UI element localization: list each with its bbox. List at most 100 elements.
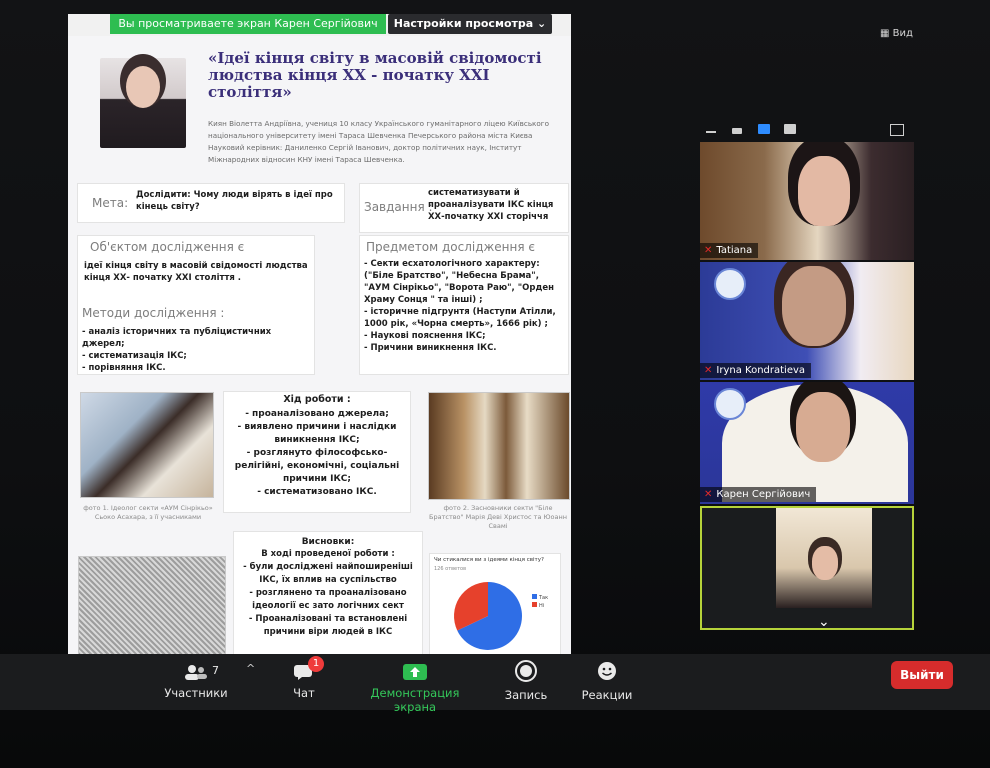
participant-name: ✕ Iryna Kondratieva (700, 363, 812, 378)
reactions-button[interactable]: Реакции (578, 660, 636, 702)
list-item: - порівняння ІКС. (82, 363, 166, 373)
meta-text: Дослідити: Чому люди вірять в ідеї про к… (136, 190, 333, 212)
settings-label: Настройки просмотра (393, 17, 534, 30)
caption-photo-1: фото 1. Ідеолог секти «АУМ Сінрікьо» Сьо… (83, 504, 213, 521)
author-photo (100, 58, 186, 148)
hid-roboty-box: Хід роботи : - проаналізовано джерела; -… (224, 392, 410, 512)
participants-label: Участники (164, 686, 228, 700)
hid-title: Хід роботи : (283, 394, 351, 405)
object-methods-box: Об'єктом дослідження є ідеї кінця світу … (78, 236, 314, 374)
expand-icon[interactable] (890, 124, 904, 136)
hid-list: - проаналізовано джерела; - виявлено при… (224, 406, 410, 499)
list-item: - Причини виникнення ІКС. (364, 343, 497, 353)
list-item: - були досліджені найпоширеніші ІКС, їх … (243, 562, 413, 585)
gallery-grid-icon[interactable] (784, 124, 796, 134)
predmet-list: - Секти есхатологічного характеру: ("Біл… (364, 258, 564, 354)
caption-photo-2: фото 2. Засновники секти "Біле Братство"… (429, 504, 567, 530)
meta-box: Мета: Дослідити: Чому люди вірять в ідеї… (78, 184, 344, 222)
logo-icon (714, 388, 746, 420)
view-label: Вид (892, 28, 913, 39)
gallery-view-controls (700, 122, 914, 142)
poster-title: «Ідеї кінця світу в масовій свідомості л… (208, 49, 542, 101)
sharing-banner: Вы просматриваете экран Карен Сергійович (110, 14, 386, 34)
share-screen-label: Демонстрация экрана (370, 686, 460, 714)
record-label: Запись (504, 688, 548, 702)
view-settings-button[interactable]: Настройки просмотра ⌄ (388, 14, 552, 34)
chevron-up-icon[interactable]: ^ (246, 662, 255, 675)
legend-label: Ні (539, 603, 544, 609)
vysnovky-title: Висновки: (301, 537, 355, 547)
video-tile-iryna[interactable]: ✕ Iryna Kondratieva (700, 262, 914, 380)
camera-feed (776, 508, 872, 608)
engraving-image (78, 556, 226, 654)
smiley-icon (598, 662, 616, 680)
view-button[interactable]: ▦ Вид (880, 28, 913, 39)
chevron-down-icon[interactable]: ⌄ (818, 614, 830, 630)
participant-name: ✕ Карен Сергійович (700, 487, 817, 502)
zoom-window: ▦ Вид «Ідеї кінця світу в масовій свідом… (0, 0, 990, 768)
list-item: В ході проведеної роботи : (261, 549, 395, 559)
metody-label: Методи дослідження : (82, 306, 225, 320)
chevron-down-icon: ⌄ (537, 17, 547, 30)
chat-badge: 1 (308, 656, 324, 672)
share-screen-button[interactable]: Демонстрация экрана (348, 664, 482, 714)
minimize-icon[interactable] (706, 131, 716, 133)
single-view-icon[interactable] (732, 128, 742, 134)
mic-muted-icon: ✕ (704, 365, 713, 376)
poster: «Ідеї кінця світу в масовій свідомості л… (68, 36, 571, 654)
avatar (782, 266, 846, 346)
logo-icon (714, 268, 746, 300)
pie-chart: Так Ні (454, 582, 548, 650)
list-item: - Наукові пояснення ІКС; (364, 331, 486, 341)
avatar (796, 392, 850, 462)
legend-label: Так (538, 595, 548, 601)
vysnovky-box: Висновки: В ході проведеної роботи : - б… (234, 532, 422, 654)
predmet-box: Предметом дослідження є - Секти есхатоло… (360, 236, 568, 374)
zavdannia-text: систематизувати й проаналізувати ІКС кін… (428, 188, 554, 222)
list-item: "АУМ Сінрікьо", "Ворота Раю", "Орден Хра… (364, 283, 554, 305)
record-button[interactable]: Запись (500, 660, 552, 702)
poster-authors: Киян Віолетта Андріївна, учениця 10 клас… (208, 119, 549, 164)
list-item: - виявлено причини і наслідки виникнення… (237, 422, 397, 445)
obiekt-text: ідеї кінця світу в масовій свідомості лю… (84, 261, 308, 283)
zavdannia-label: Завдання : (364, 200, 433, 214)
list-item: - розглянено та проаналізовано ідеології… (249, 588, 407, 611)
shared-screen: «Ідеї кінця світу в масовій свідомості л… (68, 14, 571, 654)
photo-white-brotherhood (428, 392, 570, 500)
list-item: - історичне підгрунтя (Наступи Атілли, 1… (364, 307, 556, 329)
legend-swatch (532, 594, 537, 599)
predmet-label: Предметом дослідження є (366, 240, 535, 254)
mic-muted-icon: ✕ (704, 489, 713, 500)
video-tile-active-speaker[interactable]: ⌄ (700, 506, 914, 630)
vysnovky-list: В ході проведеної роботи : - були дослід… (234, 548, 422, 639)
record-icon (515, 660, 537, 682)
zavdannia-box: Завдання : систематизувати й проаналізув… (360, 184, 568, 232)
meeting-toolbar (0, 654, 990, 710)
list-item: - розглянуто філософсько-релігійні, екон… (234, 448, 400, 484)
survey-chart-card: Чи стикалися ви з ідеями кінця світу? 12… (430, 554, 560, 654)
list-item: - систематизовано ІКС. (257, 487, 377, 497)
list-item: - проаналізовано джерела; (245, 409, 389, 419)
participant-name: ✕ Tatiana (700, 243, 759, 258)
side-by-side-icon[interactable] (758, 124, 770, 134)
list-item: - систематизація ІКС; (82, 351, 187, 361)
metody-list: - аналіз історичних та публіцистичних дж… (82, 326, 310, 374)
chat-label: Чат (293, 686, 315, 700)
list-item: - Секти есхатологічного характеру: ("Біл… (364, 259, 540, 281)
participants-count: 7 (212, 664, 219, 677)
reactions-label: Реакции (581, 688, 633, 702)
video-tile-karen[interactable]: ✕ Карен Сергійович (700, 382, 914, 504)
photo-aum (80, 392, 214, 498)
leave-button[interactable]: Выйти (891, 661, 953, 689)
list-item: - аналіз історичних та публіцистичних дж… (82, 327, 272, 349)
share-screen-icon (403, 664, 427, 680)
grid-icon: ▦ (880, 28, 890, 39)
legend-swatch (532, 602, 537, 607)
participants-icon (185, 665, 207, 680)
avatar (798, 156, 850, 226)
video-tile-tatiana[interactable]: ✕ Tatiana (700, 142, 914, 260)
mic-muted-icon: ✕ (704, 245, 713, 256)
list-item: - Проаналізовані та встановлені причини … (248, 614, 408, 637)
obiekt-label: Об'єктом дослідження є (90, 240, 245, 254)
meta-label: Мета: (92, 196, 129, 210)
